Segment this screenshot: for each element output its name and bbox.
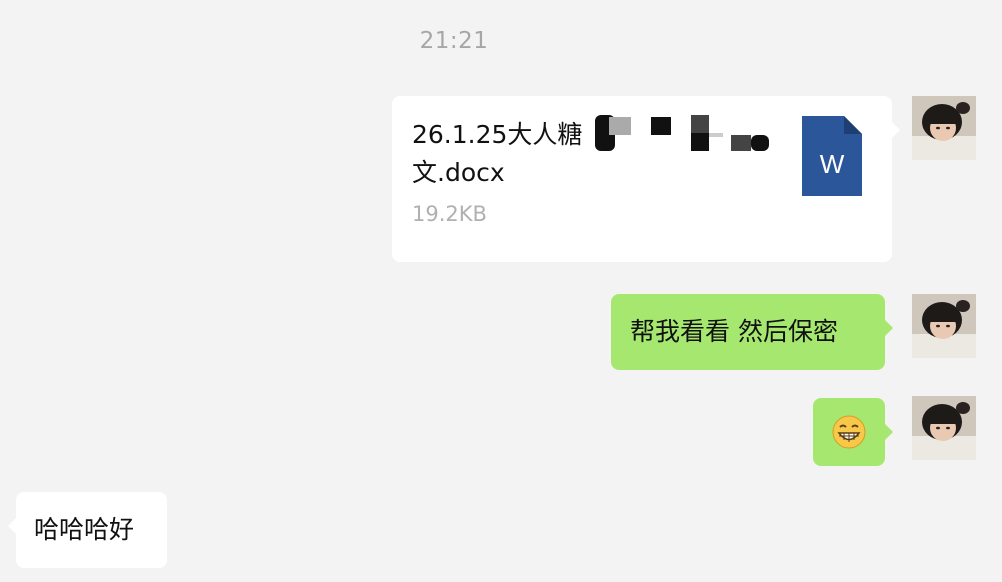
file-size: 19.2KB <box>412 202 487 226</box>
sent-text-bubble[interactable]: 帮我看看 然后保密 <box>611 294 893 370</box>
message-timestamp: 21:21 <box>419 28 489 54</box>
message-text: 帮我看看 然后保密 <box>630 317 838 346</box>
avatar-photo-icon <box>912 96 976 160</box>
word-document-icon: W <box>802 116 862 196</box>
grinning-emoji-icon <box>832 415 866 449</box>
redaction-mosaic <box>595 115 769 151</box>
user-avatar[interactable] <box>912 396 976 460</box>
avatar-photo-icon <box>912 294 976 358</box>
received-text-bubble[interactable]: 哈哈哈好 <box>8 492 167 568</box>
avatar-photo-icon <box>912 396 976 460</box>
file-name-suffix: 文.docx <box>412 158 505 187</box>
file-name-prefix: 26.1.25大人糖 <box>412 120 583 149</box>
svg-text:W: W <box>820 149 845 179</box>
sent-emoji-bubble[interactable] <box>813 398 893 466</box>
user-avatar[interactable] <box>912 294 976 358</box>
user-avatar[interactable] <box>912 96 976 160</box>
file-message-card[interactable]: 26.1.25大人糖 文.docx 19.2KB W <box>392 96 900 262</box>
message-text: 哈哈哈好 <box>34 515 135 544</box>
